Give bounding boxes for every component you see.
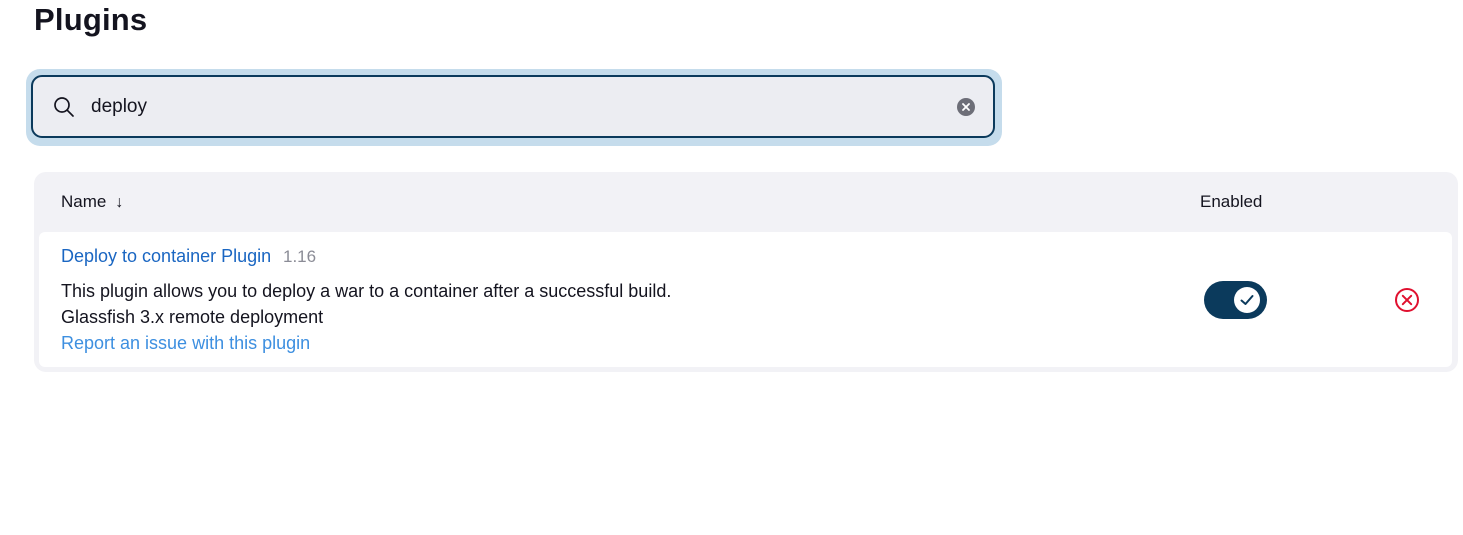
plugin-description: This plugin allows you to deploy a war t…: [61, 281, 672, 301]
plugin-description-extra: Glassfish 3.x remote deployment: [61, 307, 324, 327]
page-title: Plugins: [34, 2, 148, 37]
table-row: Deploy to container Plugin 1.16 This plu…: [39, 232, 1452, 367]
plugin-name-link[interactable]: Deploy to container Plugin: [61, 246, 271, 267]
table-header: Name ↓ Enabled: [34, 172, 1458, 232]
enabled-toggle[interactable]: [1204, 281, 1267, 319]
toggle-knob: [1234, 287, 1260, 313]
report-issue-link[interactable]: Report an issue with this plugin: [61, 333, 310, 354]
plugins-table: Name ↓ Enabled Deploy to container Plugin…: [34, 172, 1458, 372]
search-input[interactable]: [91, 91, 931, 123]
search-icon: [53, 96, 75, 118]
plugin-version: 1.16: [283, 247, 317, 266]
clear-icon[interactable]: [957, 98, 975, 116]
column-header-name-label: Name: [61, 192, 107, 211]
uninstall-button[interactable]: [1394, 287, 1420, 313]
check-icon: [1240, 295, 1254, 305]
close-circle-icon: [1395, 288, 1419, 312]
column-header-name[interactable]: Name ↓: [61, 192, 123, 212]
plugins-page: Plugins Name ↓ Enabled: [0, 0, 1463, 535]
search-box[interactable]: [31, 75, 995, 138]
sort-down-icon: ↓: [115, 194, 124, 211]
search-focus-ring: [26, 69, 1002, 146]
column-header-enabled: Enabled: [1200, 192, 1263, 211]
